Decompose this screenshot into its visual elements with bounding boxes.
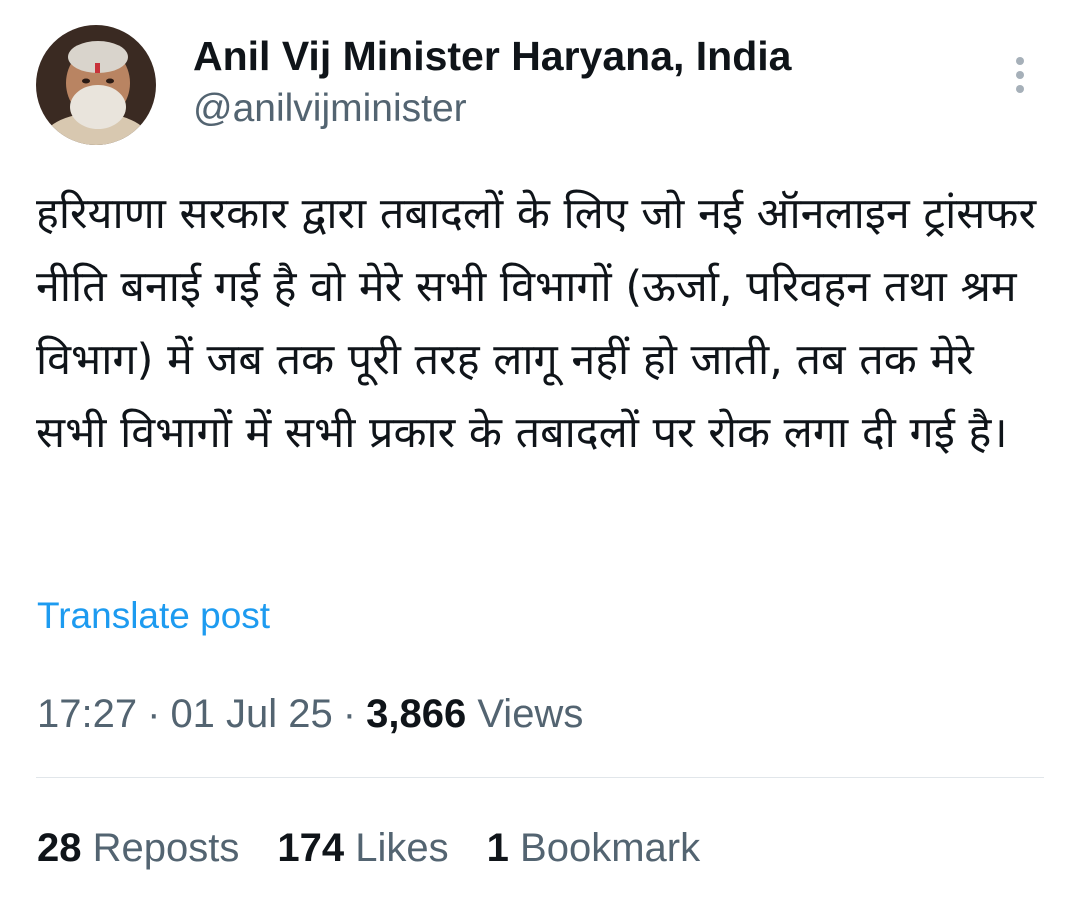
bookmarks-count: 1 [486,826,509,870]
profile-photo-icon [36,25,156,145]
reposts-stat[interactable]: 28 Reposts [37,823,239,875]
views-label: Views [477,692,584,736]
meta-separator: · [147,692,161,736]
views-count: 3,866 [366,692,467,736]
bookmarks-label: Bookmark [520,826,701,870]
likes-count: 174 [277,826,345,870]
post-time[interactable]: 17:27 [37,692,137,736]
engagement-stats: 28 Reposts 174 Likes 1 Bookmark [37,823,700,875]
avatar[interactable] [36,25,156,145]
more-vertical-icon [1016,57,1024,65]
reposts-label: Reposts [92,826,240,870]
post-text: हरियाणा सरकार द्वारा तबादलों के लिए जो न… [36,189,1050,458]
likes-stat[interactable]: 174 Likes [277,823,448,875]
more-vertical-icon-dot [1016,85,1024,93]
divider [36,777,1044,778]
bookmarks-stat[interactable]: 1 Bookmark [487,823,700,875]
meta-separator: · [342,692,357,736]
translate-post-link[interactable]: Translate post [37,593,270,639]
reposts-count: 28 [37,826,82,870]
author-name[interactable]: Anil Vij Minister Haryana, India [193,30,993,82]
author-block: Anil Vij Minister Haryana, India @anilvi… [193,30,993,134]
more-vertical-icon-dot [1016,71,1024,79]
author-handle[interactable]: @anilvijminister [193,84,993,134]
post-date[interactable]: 01 Jul 25 [170,692,332,736]
more-options-button[interactable] [998,50,1042,100]
post-meta: 17:27 · 01 Jul 25 · 3,866 Views [37,689,583,739]
likes-label: Likes [355,826,449,870]
